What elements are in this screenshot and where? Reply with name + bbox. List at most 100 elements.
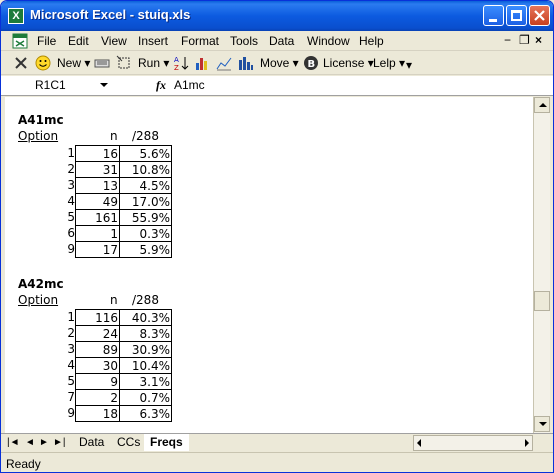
n-cell[interactable]: 16	[75, 145, 120, 162]
option-cell[interactable]: 2	[35, 325, 75, 341]
keyboard-icon[interactable]	[94, 55, 110, 71]
horizontal-scrollbar[interactable]	[413, 435, 533, 451]
menu-format[interactable]: Format	[181, 34, 219, 48]
bar-chart-icon[interactable]	[194, 55, 210, 71]
workbook-icon[interactable]	[12, 33, 28, 49]
n-cell[interactable]: 116	[75, 309, 120, 326]
new-button[interactable]: New ▾	[57, 56, 90, 70]
formula-input[interactable]: A1mc	[174, 78, 205, 92]
license-button[interactable]: License ▾	[323, 56, 374, 70]
toolbar-options-chevron-icon[interactable]: ▾	[406, 58, 412, 72]
n-cell[interactable]: 31	[75, 161, 120, 178]
n-cell[interactable]: 9	[75, 373, 120, 390]
pct-cell[interactable]: 3.1%	[119, 373, 172, 390]
option-cell[interactable]: 1	[35, 309, 75, 325]
column-header-option: Option	[18, 293, 59, 307]
menu-data[interactable]: Data	[269, 34, 294, 48]
tab-ccs[interactable]: CCs	[111, 434, 147, 451]
cancel-x-icon[interactable]	[13, 55, 29, 71]
pct-cell[interactable]: 0.3%	[119, 225, 172, 242]
menu-window[interactable]: Window	[307, 34, 350, 48]
excel-window: X Microsoft Excel - stuiq.xls File Edit …	[0, 0, 554, 473]
n-cell[interactable]: 17	[75, 241, 120, 258]
option-cell[interactable]: 4	[35, 193, 75, 209]
pct-cell[interactable]: 0.7%	[119, 389, 172, 406]
sort-az-icon[interactable]: A Z	[173, 55, 189, 71]
option-cell[interactable]: 9	[35, 241, 75, 257]
option-cell[interactable]: 6	[35, 225, 75, 241]
pct-cell[interactable]: 30.9%	[119, 341, 172, 358]
select-range-icon[interactable]	[116, 55, 132, 71]
menu-help[interactable]: Help	[359, 34, 384, 48]
option-cell[interactable]: 2	[35, 161, 75, 177]
option-cell[interactable]: 9	[35, 405, 75, 421]
next-sheet-button[interactable]: ►	[39, 437, 49, 448]
insert-function-icon[interactable]: fx	[156, 78, 166, 93]
name-box-dropdown-icon[interactable]	[100, 83, 108, 87]
vertical-scrollbar[interactable]	[533, 97, 550, 433]
option-cell[interactable]: 5	[35, 209, 75, 225]
pct-cell[interactable]: 10.8%	[119, 161, 172, 178]
run-button[interactable]: Run ▾	[138, 56, 169, 70]
scroll-up-button[interactable]	[534, 97, 550, 113]
prev-sheet-button[interactable]: ◄	[25, 437, 35, 448]
option-cell[interactable]: 3	[35, 177, 75, 193]
maximize-button[interactable]	[506, 5, 527, 26]
n-cell[interactable]: 30	[75, 357, 120, 374]
pct-cell[interactable]: 55.9%	[119, 209, 172, 226]
menu-tools[interactable]: Tools	[230, 34, 258, 48]
option-cell[interactable]: 7	[35, 389, 75, 405]
pct-cell[interactable]: 10.4%	[119, 357, 172, 374]
option-column: 1 2 3 4 5 6 9	[35, 145, 75, 257]
title-bar[interactable]: X Microsoft Excel - stuiq.xls	[1, 1, 553, 31]
histogram-icon[interactable]	[238, 55, 254, 71]
name-box[interactable]: R1C1	[35, 78, 66, 92]
arrow-left-icon[interactable]	[417, 439, 421, 447]
minimize-button[interactable]	[483, 5, 504, 26]
tab-freqs[interactable]: Freqs	[144, 434, 189, 451]
option-cell[interactable]: 5	[35, 373, 75, 389]
n-cell[interactable]: 24	[75, 325, 120, 342]
last-sheet-button[interactable]: ►|	[53, 437, 66, 448]
lelp-button[interactable]: Lelp ▾	[373, 56, 405, 70]
menu-view[interactable]: View	[101, 34, 127, 48]
close-button[interactable]	[529, 5, 550, 26]
menu-insert[interactable]: Insert	[138, 34, 168, 48]
n-cell[interactable]: 1	[75, 225, 120, 242]
move-button[interactable]: Move ▾	[260, 56, 299, 70]
first-sheet-button[interactable]: |◄	[7, 437, 20, 448]
table-row: 16 5.6%	[75, 145, 172, 162]
n-cell[interactable]: 18	[75, 405, 120, 422]
pct-cell[interactable]: 6.3%	[119, 405, 172, 422]
scroll-down-button[interactable]	[534, 416, 550, 432]
svg-text:Z: Z	[174, 64, 179, 71]
menu-edit[interactable]: Edit	[68, 34, 89, 48]
license-badge-icon[interactable]: B	[303, 55, 319, 71]
worksheet-grid[interactable]: A41mc Option n /288 1 2 3 4 5 6 9 16 5.6%…	[5, 97, 533, 433]
pct-cell[interactable]: 4.5%	[119, 177, 172, 194]
smiley-icon[interactable]	[35, 55, 51, 71]
table-title: A41mc	[18, 113, 64, 127]
menu-file[interactable]: File	[37, 34, 56, 48]
n-cell[interactable]: 49	[75, 193, 120, 210]
arrow-right-icon[interactable]	[525, 439, 529, 447]
doc-close-button[interactable]: ×	[535, 33, 542, 47]
doc-restore-button[interactable]: ❐	[519, 33, 530, 47]
scroll-thumb[interactable]	[534, 291, 550, 311]
line-chart-icon[interactable]	[216, 55, 232, 71]
option-cell[interactable]: 1	[35, 145, 75, 161]
n-cell[interactable]: 89	[75, 341, 120, 358]
pct-cell[interactable]: 5.6%	[119, 145, 172, 162]
excel-icon[interactable]: X	[8, 8, 24, 24]
pct-cell[interactable]: 5.9%	[119, 241, 172, 258]
tab-data[interactable]: Data	[73, 434, 111, 451]
pct-cell[interactable]: 8.3%	[119, 325, 172, 342]
doc-minimize-button[interactable]: −	[504, 33, 511, 47]
n-cell[interactable]: 2	[75, 389, 120, 406]
option-cell[interactable]: 4	[35, 357, 75, 373]
option-cell[interactable]: 3	[35, 341, 75, 357]
n-cell[interactable]: 13	[75, 177, 120, 194]
pct-cell[interactable]: 17.0%	[119, 193, 172, 210]
n-cell[interactable]: 161	[75, 209, 120, 226]
pct-cell[interactable]: 40.3%	[119, 309, 172, 326]
